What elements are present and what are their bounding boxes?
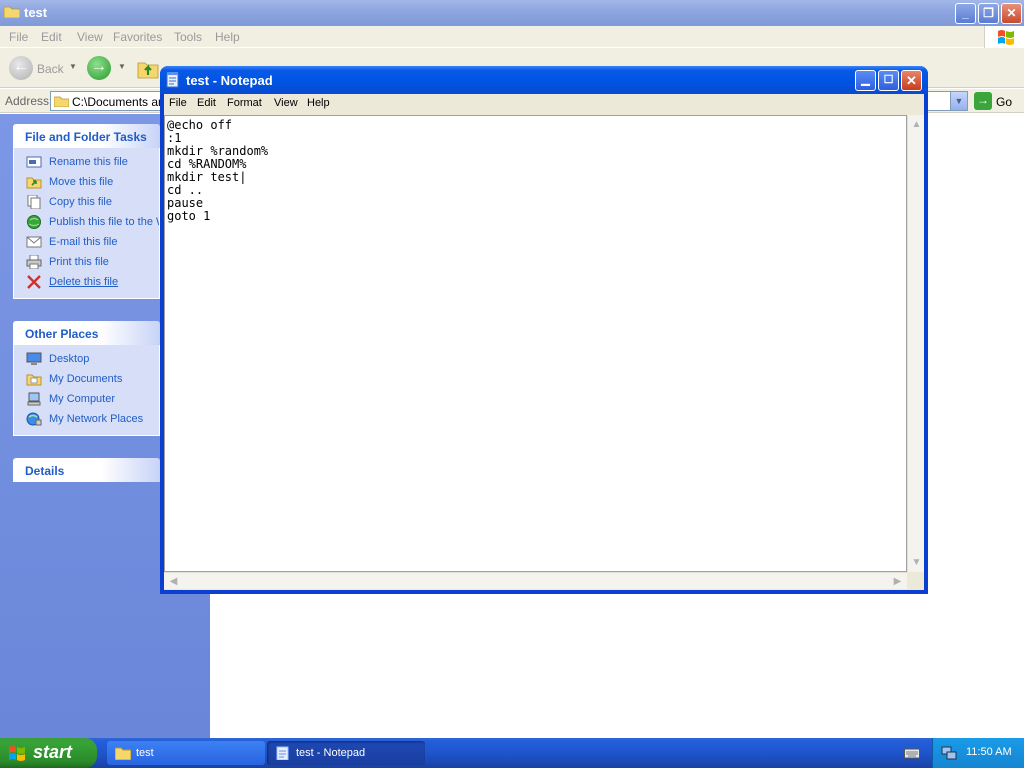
horizontal-scrollbar[interactable]: ◀ ▶ bbox=[164, 572, 907, 589]
network-connection-icon[interactable] bbox=[941, 745, 957, 761]
size-grip[interactable] bbox=[907, 572, 924, 589]
back-dropdown-icon[interactable]: ▼ bbox=[69, 62, 77, 71]
details-header[interactable]: Details bbox=[13, 458, 160, 482]
network-places-icon bbox=[26, 412, 42, 426]
notepad-menu-view[interactable]: View bbox=[274, 97, 298, 109]
move-icon bbox=[26, 177, 42, 189]
scroll-left-icon[interactable]: ◀ bbox=[166, 574, 181, 589]
notepad-title: test - Notepad bbox=[186, 73, 273, 88]
taskbar-item-notepad[interactable]: test - Notepad bbox=[267, 741, 425, 765]
menu-view[interactable]: View bbox=[77, 30, 103, 44]
scroll-up-icon[interactable]: ▲ bbox=[909, 117, 924, 132]
clock[interactable]: 11:50 AM bbox=[966, 746, 1012, 758]
folder-icon bbox=[115, 747, 131, 760]
menu-tools[interactable]: Tools bbox=[174, 30, 202, 44]
scroll-right-icon[interactable]: ▶ bbox=[890, 574, 905, 589]
vertical-scrollbar[interactable]: ▲ ▼ bbox=[907, 115, 924, 572]
other-places-header[interactable]: Other Places bbox=[13, 321, 160, 345]
task-publish-file[interactable]: Publish this file to the W bbox=[14, 212, 159, 232]
windows-flag-icon bbox=[998, 30, 1014, 45]
menu-file[interactable]: File bbox=[9, 30, 28, 44]
file-folder-tasks-header[interactable]: File and Folder Tasks bbox=[13, 124, 160, 148]
back-label: Back bbox=[37, 62, 64, 76]
my-documents-icon bbox=[26, 374, 42, 386]
task-email-file[interactable]: E-mail this file bbox=[14, 232, 159, 252]
task-delete-file[interactable]: Delete this file bbox=[14, 272, 159, 292]
menu-favorites[interactable]: Favorites bbox=[113, 30, 162, 44]
scroll-down-icon[interactable]: ▼ bbox=[909, 555, 924, 570]
notepad-text-area[interactable]: @echo off :1 mkdir %random% cd %RANDOM% … bbox=[164, 115, 907, 572]
menu-help[interactable]: Help bbox=[215, 30, 240, 44]
close-button[interactable]: ✕ bbox=[1001, 3, 1022, 24]
explorer-menu-bar: File Edit View Favorites Tools Help bbox=[0, 26, 1024, 48]
start-label: start bbox=[33, 742, 73, 762]
my-computer-icon bbox=[27, 392, 41, 406]
notepad-menu-bar: File Edit Format View Help bbox=[164, 94, 924, 113]
forward-dropdown-icon[interactable]: ▼ bbox=[118, 62, 126, 71]
windows-flag-icon bbox=[9, 746, 25, 761]
back-arrow-icon: ← bbox=[13, 58, 29, 75]
notepad-close-button[interactable]: ✕ bbox=[901, 70, 922, 91]
task-copy-file[interactable]: Copy this file bbox=[14, 192, 159, 212]
details-panel: Details bbox=[13, 458, 160, 482]
explorer-title-bar[interactable]: test _ ❐ ✕ bbox=[0, 0, 1024, 26]
forward-button[interactable]: → bbox=[87, 56, 111, 80]
notepad-title-bar[interactable]: test - Notepad ▁ ☐ ✕ bbox=[160, 66, 928, 94]
publish-icon bbox=[27, 215, 41, 229]
task-print-file[interactable]: Print this file bbox=[14, 252, 159, 272]
address-value: C:\Documents and bbox=[72, 95, 172, 109]
notepad-minimize-button[interactable]: ▁ bbox=[855, 70, 876, 91]
taskbar-item-explorer[interactable]: test bbox=[107, 741, 265, 765]
desktop-icon bbox=[26, 352, 42, 365]
place-desktop[interactable]: Desktop bbox=[14, 349, 159, 369]
taskbar: start test test - Notepad 11:50 AM bbox=[0, 738, 1024, 768]
email-icon bbox=[26, 236, 42, 248]
minimize-button[interactable]: _ bbox=[955, 3, 976, 24]
start-button[interactable]: start bbox=[0, 738, 97, 768]
other-places-panel: Other Places Desktop My Documents My Com… bbox=[13, 321, 160, 436]
rename-icon bbox=[26, 156, 42, 168]
menu-edit[interactable]: Edit bbox=[41, 30, 62, 44]
file-folder-tasks-panel: File and Folder Tasks Rename this file M… bbox=[13, 124, 160, 299]
notepad-icon bbox=[166, 72, 179, 88]
notepad-menu-help[interactable]: Help bbox=[307, 97, 330, 109]
address-dropdown-icon[interactable]: ▼ bbox=[950, 92, 967, 110]
notepad-menu-format[interactable]: Format bbox=[227, 97, 262, 109]
back-button[interactable]: ← bbox=[9, 56, 33, 80]
delete-icon bbox=[27, 275, 41, 289]
notepad-window: test - Notepad ▁ ☐ ✕ File Edit Format Vi… bbox=[160, 66, 928, 594]
folder-icon bbox=[54, 96, 69, 107]
task-rename-file[interactable]: Rename this file bbox=[14, 152, 159, 172]
place-my-documents[interactable]: My Documents bbox=[14, 369, 159, 389]
notepad-menu-file[interactable]: File bbox=[169, 97, 187, 109]
address-label: Address bbox=[5, 94, 50, 108]
place-my-network-places[interactable]: My Network Places bbox=[14, 409, 159, 429]
system-tray: 11:50 AM bbox=[932, 738, 1024, 768]
keyboard-icon[interactable] bbox=[904, 747, 920, 759]
folder-up-icon[interactable] bbox=[137, 57, 159, 79]
restore-button[interactable]: ❐ bbox=[978, 3, 999, 24]
task-move-file[interactable]: Move this file bbox=[14, 172, 159, 192]
print-icon bbox=[26, 255, 42, 269]
go-button[interactable]: → Go bbox=[972, 91, 1022, 111]
forward-arrow-icon: → bbox=[91, 58, 107, 75]
explorer-title: test bbox=[24, 5, 48, 20]
copy-icon bbox=[27, 195, 41, 209]
go-label: Go bbox=[996, 95, 1013, 109]
notepad-client-area: @echo off :1 mkdir %random% cd %RANDOM% … bbox=[164, 113, 924, 590]
notepad-icon bbox=[276, 746, 289, 760]
notepad-maximize-button[interactable]: ☐ bbox=[878, 70, 899, 91]
notepad-menu-edit[interactable]: Edit bbox=[197, 97, 216, 109]
place-my-computer[interactable]: My Computer bbox=[14, 389, 159, 409]
folder-icon bbox=[4, 6, 20, 18]
windows-logo bbox=[984, 26, 1024, 48]
go-arrow-icon: → bbox=[974, 92, 992, 110]
